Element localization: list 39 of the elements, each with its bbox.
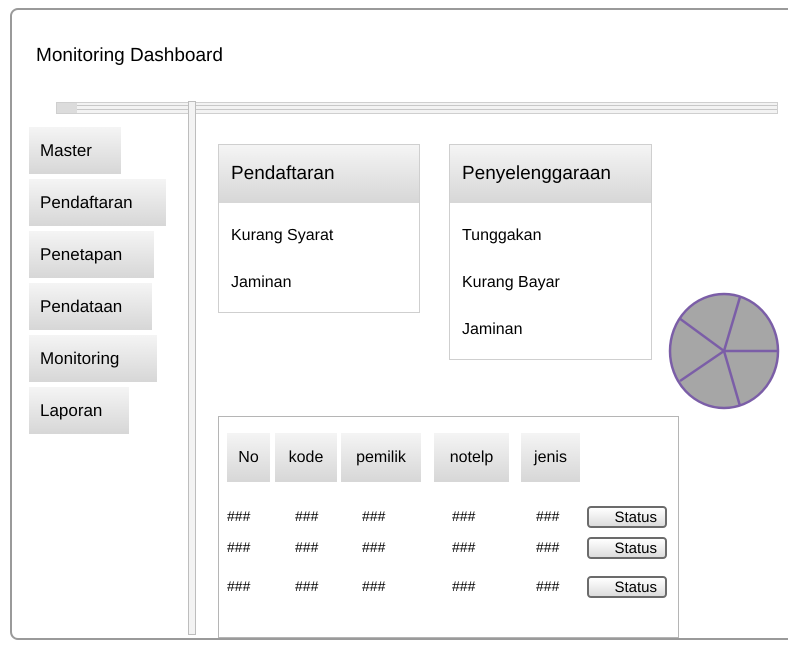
- window-title: Monitoring Dashboard: [36, 45, 223, 66]
- status-button[interactable]: Status: [587, 537, 667, 559]
- panel-menu-item[interactable]: Jaminan: [231, 259, 292, 306]
- column-header: jenis: [521, 433, 580, 482]
- table-cell: ###: [452, 578, 476, 594]
- status-button[interactable]: Status: [587, 576, 667, 598]
- panel-menu-item[interactable]: Tunggakan: [462, 212, 542, 259]
- column-header: pemilik: [341, 433, 421, 482]
- table-cell: ###: [227, 539, 250, 555]
- panel-menu-item[interactable]: Jaminan: [462, 306, 522, 353]
- panel-header: Pendaftaran: [219, 145, 419, 203]
- table-cell: ###: [452, 539, 476, 555]
- sidebar-button[interactable]: Pendaftaran: [29, 179, 166, 226]
- table-cell: ###: [227, 578, 250, 594]
- table-cell: ###: [227, 508, 250, 524]
- horizontal-scrollbar[interactable]: [56, 102, 778, 114]
- sidebar-button[interactable]: Laporan: [29, 387, 129, 434]
- panel-menu-item[interactable]: Kurang Bayar: [462, 259, 560, 306]
- table-cell: ###: [362, 578, 386, 594]
- table-cell: ###: [536, 539, 560, 555]
- table-cell: ###: [295, 578, 318, 594]
- column-header: kode: [275, 433, 337, 482]
- column-header: notelp: [434, 433, 509, 482]
- table-cell: ###: [452, 508, 476, 524]
- table-cell: ###: [536, 508, 560, 524]
- sidebar-button[interactable]: Master: [29, 127, 121, 174]
- panel-menu-item[interactable]: Kurang Syarat: [231, 212, 334, 259]
- table-cell: ###: [295, 539, 318, 555]
- status-button[interactable]: Status: [587, 506, 667, 528]
- table-cell: ###: [362, 539, 386, 555]
- table-cell: ###: [362, 508, 386, 524]
- table-cell: ###: [295, 508, 318, 524]
- sidebar-button[interactable]: Monitoring: [29, 335, 157, 382]
- panel-header: Penyelenggaraan: [450, 145, 651, 203]
- sidebar-button[interactable]: Penetapan: [29, 231, 154, 278]
- column-header: No: [227, 433, 270, 482]
- sidebar-button[interactable]: Pendataan: [29, 283, 152, 330]
- vertical-splitter[interactable]: [188, 101, 196, 635]
- table-cell: ###: [536, 578, 560, 594]
